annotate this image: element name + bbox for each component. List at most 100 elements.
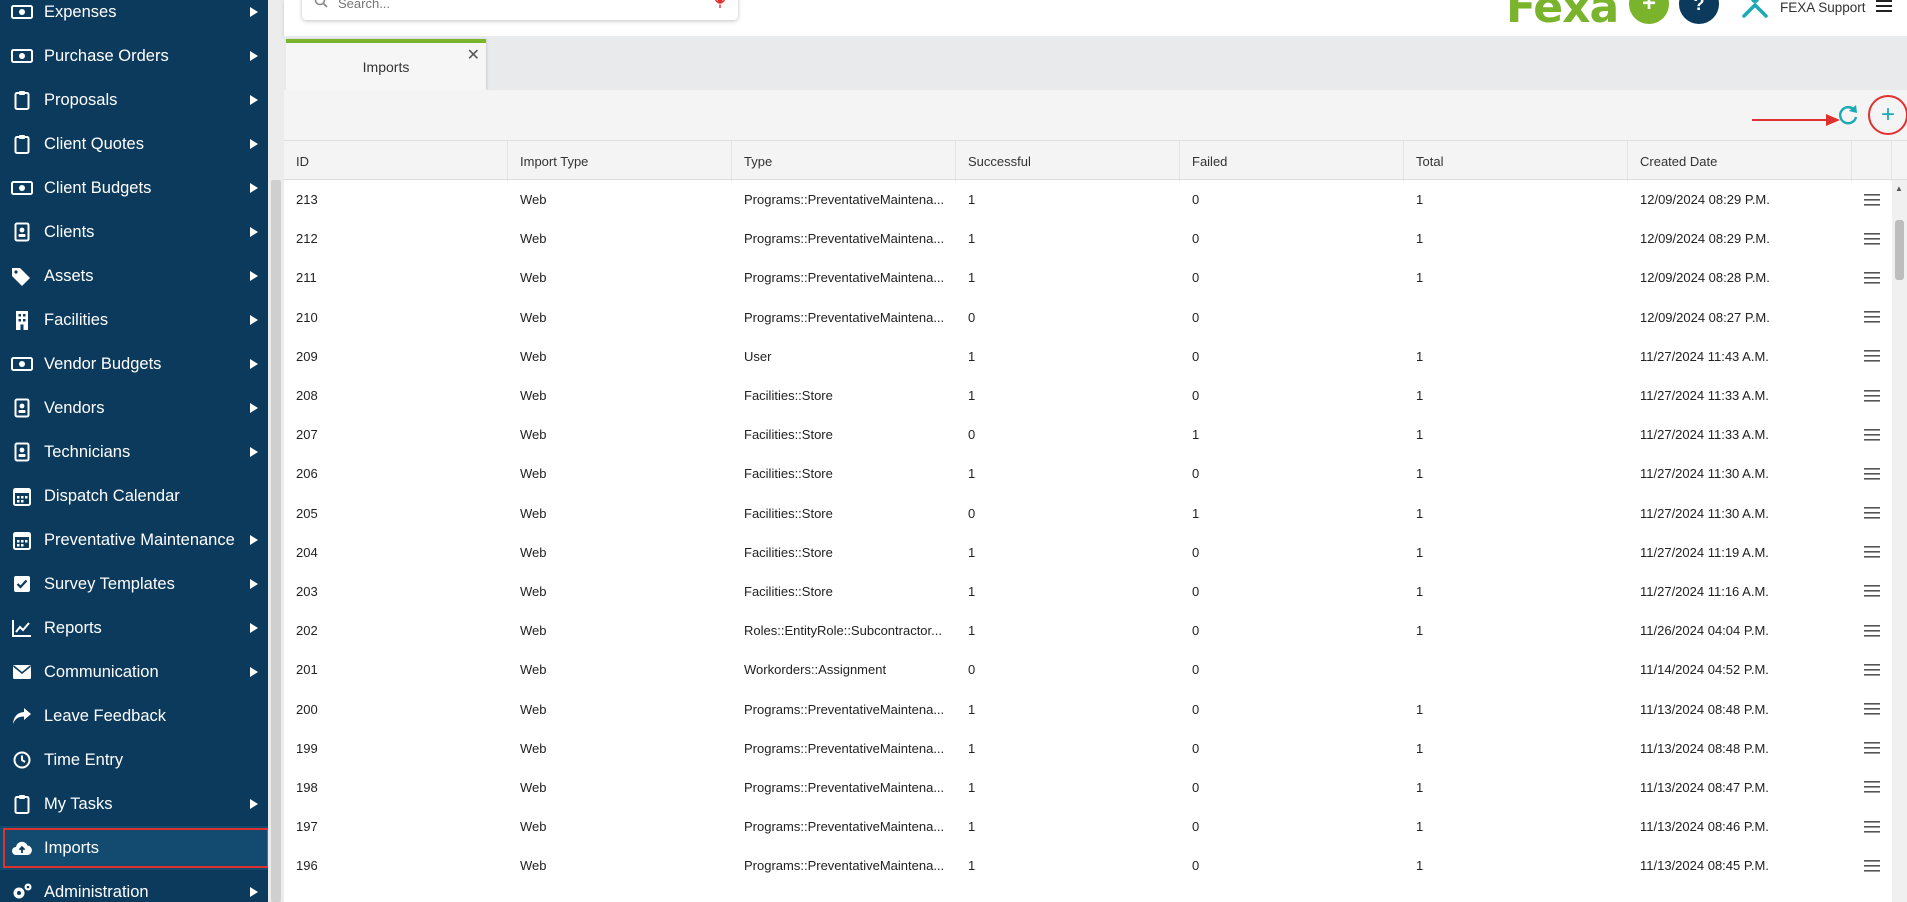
sidebar-item-vendors[interactable]: Vendors [0, 386, 268, 430]
table-row[interactable]: 206 Web Facilities::Store 1 0 1 11/27/2024 11:… [284, 454, 1892, 493]
cell-successful: 0 [968, 505, 976, 521]
sidebar-item-label: Time Entry [44, 750, 124, 769]
row-menu-icon[interactable] [1852, 663, 1892, 676]
sidebar-item-client-quotes[interactable]: Client Quotes [0, 122, 268, 166]
row-menu-icon[interactable] [1852, 311, 1892, 323]
cell-id: 211 [296, 270, 317, 286]
table-row[interactable]: 210 Web Programs::PreventativeMaintena... 0… [284, 298, 1892, 337]
hamburger-menu-icon[interactable] [1875, 0, 1892, 16]
row-menu-icon[interactable] [1852, 389, 1892, 402]
row-menu-icon[interactable] [1852, 742, 1892, 754]
table-row[interactable]: 197 Web Programs::PreventativeMaintena... 1… [284, 807, 1892, 846]
sidebar-item-expenses[interactable]: Expenses [0, 0, 268, 34]
table-row[interactable]: 201 Web Workorders::Assignment 0 0 11/14/2024… [284, 650, 1892, 689]
sidebar-item-time-entry[interactable]: Time Entry [0, 738, 268, 782]
search-input[interactable] [338, 0, 714, 11]
row-menu-icon[interactable] [1852, 585, 1892, 598]
cell-type: Roles::EntityRole::Subcontractor... [744, 623, 942, 639]
add-import-button[interactable]: + [1868, 95, 1907, 135]
cell-total: 1 [1416, 701, 1424, 717]
quick-add-button[interactable]: + [1629, 0, 1669, 24]
sidebar-item-clients[interactable]: Clients [0, 210, 268, 254]
sidebar-item-technicians[interactable]: Technicians [0, 430, 268, 474]
table-row[interactable]: 207 Web Facilities::Store 0 1 1 11/27/2024 11:… [284, 415, 1892, 454]
row-menu-icon[interactable] [1852, 820, 1892, 833]
cell-type: Programs::PreventativeMaintena... [744, 819, 945, 835]
cell-id: 210 [296, 309, 318, 325]
sidebar-item-vendor-budgets[interactable]: Vendor Budgets [0, 342, 268, 386]
sidebar-item-imports[interactable]: Imports [0, 826, 268, 870]
cell-id: 198 [296, 779, 318, 795]
tab-imports[interactable]: Imports ✕ [286, 39, 486, 90]
row-menu-icon[interactable] [1852, 507, 1892, 519]
row-menu-icon[interactable] [1852, 781, 1892, 794]
sidebar-item-facilities[interactable]: Facilities [0, 298, 268, 342]
row-menu-icon[interactable] [1852, 546, 1892, 558]
table-row[interactable]: 204 Web Facilities::Store 1 0 1 11/27/2024 11:… [284, 533, 1892, 572]
sidebar-item-survey-templates[interactable]: Survey Templates [0, 562, 268, 606]
row-menu-icon[interactable] [1852, 428, 1892, 441]
sidebar-item-leave-feedback[interactable]: Leave Feedback [0, 694, 268, 738]
sidebar-item-label: Imports [44, 838, 100, 857]
column-header-id[interactable]: ID [284, 141, 508, 181]
sidebar-item-purchase-orders[interactable]: Purchase Orders [0, 34, 268, 78]
microphone-icon[interactable] [714, 0, 726, 14]
cell-created-date: 11/27/2024 11:19 A.M. [1640, 544, 1769, 560]
sidebar-item-my-tasks[interactable]: My Tasks [0, 782, 268, 826]
left-scroll-thumb[interactable] [271, 180, 281, 902]
column-header-type[interactable]: Type [732, 141, 956, 181]
cell-created-date: 11/13/2024 08:47 P.M. [1640, 779, 1769, 795]
row-menu-icon[interactable] [1852, 350, 1892, 362]
row-menu-icon[interactable] [1852, 859, 1892, 872]
table-row[interactable]: 196 Web Programs::PreventativeMaintena... 1… [284, 846, 1892, 885]
sidebar-item-assets[interactable]: Assets [0, 254, 268, 298]
row-menu-icon[interactable] [1852, 467, 1892, 480]
table-scroll-thumb[interactable] [1895, 220, 1904, 280]
column-header-total[interactable]: Total [1404, 141, 1628, 181]
column-header-successful[interactable]: Successful [956, 141, 1180, 181]
cell-created-date: 11/13/2024 08:48 P.M. [1640, 701, 1769, 717]
cell-type: Workorders::Assignment [744, 662, 887, 678]
cell-total: 1 [1416, 544, 1424, 560]
row-menu-icon[interactable] [1852, 232, 1892, 245]
cell-successful: 1 [968, 819, 976, 835]
sidebar-item-label: Proposals [44, 90, 118, 109]
table-row[interactable]: 213 Web Programs::PreventativeMaintena... 1… [284, 180, 1892, 219]
row-menu-icon[interactable] [1852, 193, 1892, 206]
cell-total: 1 [1416, 466, 1424, 482]
help-button[interactable]: ? [1679, 0, 1719, 24]
table-row[interactable]: 205 Web Facilities::Store 0 1 1 11/27/2024 11:… [284, 494, 1892, 533]
sidebar-item-preventative-maintenance[interactable]: Preventative Maintenance [0, 518, 268, 562]
table-row[interactable]: 203 Web Facilities::Store 1 0 1 11/27/2024 11:… [284, 572, 1892, 611]
table-row[interactable]: 202 Web Roles::EntityRole::Subcontractor..… [284, 611, 1892, 650]
column-header-import-type[interactable]: Import Type [508, 141, 732, 181]
scroll-up-icon[interactable]: ▲ [1895, 184, 1903, 193]
brand-logo[interactable]: Fexa [1506, 0, 1619, 33]
table-row[interactable]: 209 Web User 1 0 1 11/27/2024 11:43 A.M. [284, 337, 1892, 376]
table-row[interactable]: 198 Web Programs::PreventativeMaintena... 1… [284, 768, 1892, 807]
sidebar-item-reports[interactable]: Reports [0, 606, 268, 650]
table-row[interactable]: 199 Web Programs::PreventativeMaintena... 1… [284, 729, 1892, 768]
refresh-icon[interactable] [1836, 103, 1860, 127]
close-icon[interactable]: ✕ [467, 45, 480, 65]
sidebar-item-client-budgets[interactable]: Client Budgets [0, 166, 268, 210]
table-scrollbar[interactable]: ▲ [1892, 180, 1907, 902]
chevron-right-icon [240, 623, 268, 633]
sidebar-item-communication[interactable]: Communication [0, 650, 268, 694]
table-row[interactable]: 200 Web Programs::PreventativeMaintena... 1… [284, 689, 1892, 728]
table-row[interactable]: 212 Web Programs::PreventativeMaintena... 1… [284, 219, 1892, 258]
table-row[interactable]: 208 Web Facilities::Store 1 0 1 11/27/2024 11:… [284, 376, 1892, 415]
row-menu-icon[interactable] [1852, 703, 1892, 715]
sidebar-item-proposals[interactable]: Proposals [0, 78, 268, 122]
column-header-created-date[interactable]: Created Date [1628, 141, 1852, 181]
sidebar-item-dispatch-calendar[interactable]: Dispatch Calendar [0, 474, 268, 518]
row-menu-icon[interactable] [1852, 271, 1892, 284]
cell-total: 1 [1416, 623, 1424, 639]
sidebar-item-administration[interactable]: Administration [0, 870, 268, 902]
user-menu[interactable]: FEXA Support [1740, 0, 1892, 21]
cell-total: 1 [1416, 819, 1424, 835]
column-header-failed[interactable]: Failed [1180, 141, 1404, 181]
cloud-upload-icon [0, 840, 44, 856]
table-row[interactable]: 211 Web Programs::PreventativeMaintena... 1… [284, 258, 1892, 297]
row-menu-icon[interactable] [1852, 624, 1892, 637]
